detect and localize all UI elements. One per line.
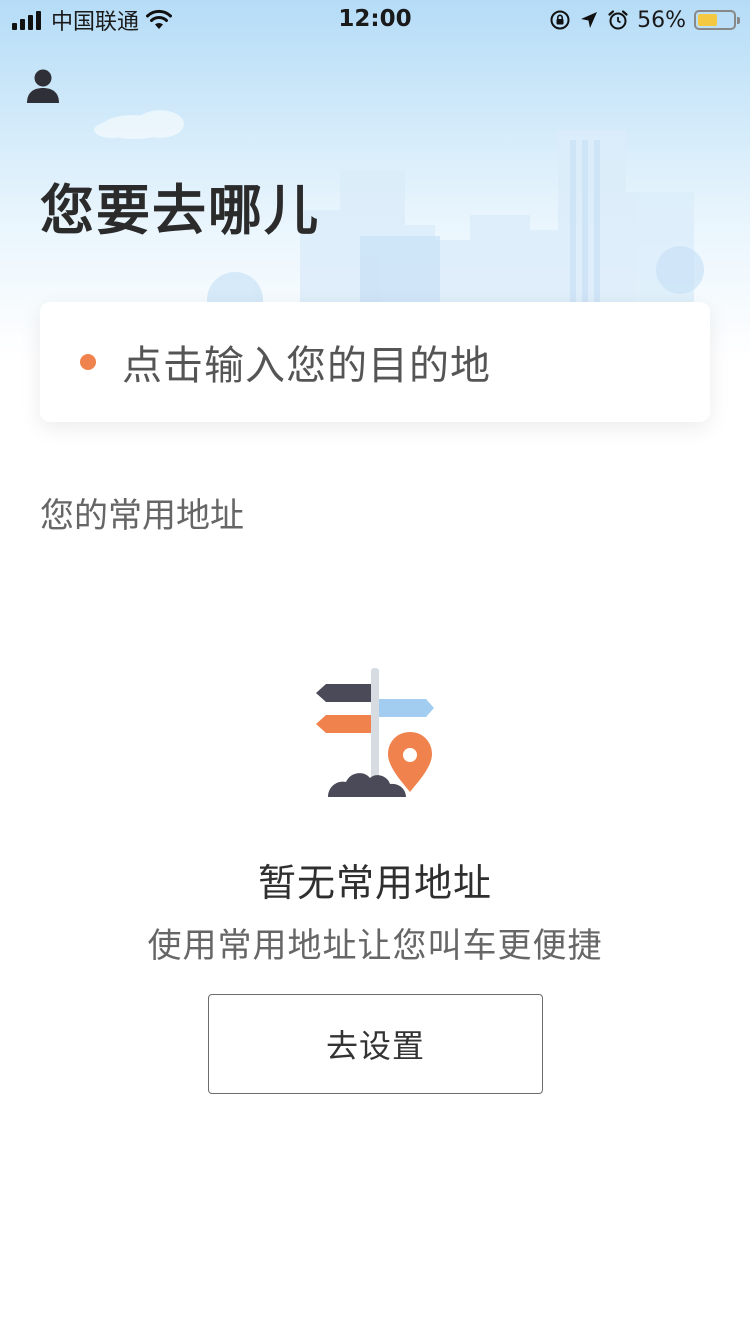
empty-state-title: 暂无常用地址	[257, 861, 492, 905]
page-title: 您要去哪儿	[40, 179, 320, 242]
go-setup-button[interactable]: 去设置	[208, 994, 543, 1094]
user-icon[interactable]	[26, 68, 60, 104]
status-bar-right: 56%	[549, 5, 740, 35]
empty-state-subtitle: 使用常用地址让您叫车更便捷	[147, 926, 603, 966]
destination-search-input[interactable]: 点击输入您的目的地	[40, 302, 710, 422]
battery-percentage: 56%	[637, 7, 686, 33]
rotation-lock-icon	[550, 10, 570, 30]
location-arrow-icon	[581, 12, 598, 28]
status-bar: 中国联通 12:00 56%	[0, 0, 750, 40]
battery-icon	[694, 10, 740, 30]
destination-dot-icon	[80, 354, 96, 370]
alarm-icon	[608, 10, 628, 30]
battery-level-fill	[698, 14, 718, 26]
destination-placeholder: 点击输入您的目的地	[122, 343, 491, 389]
signpost-location-icon	[316, 668, 434, 797]
common-addresses-title: 您的常用地址	[40, 496, 244, 536]
